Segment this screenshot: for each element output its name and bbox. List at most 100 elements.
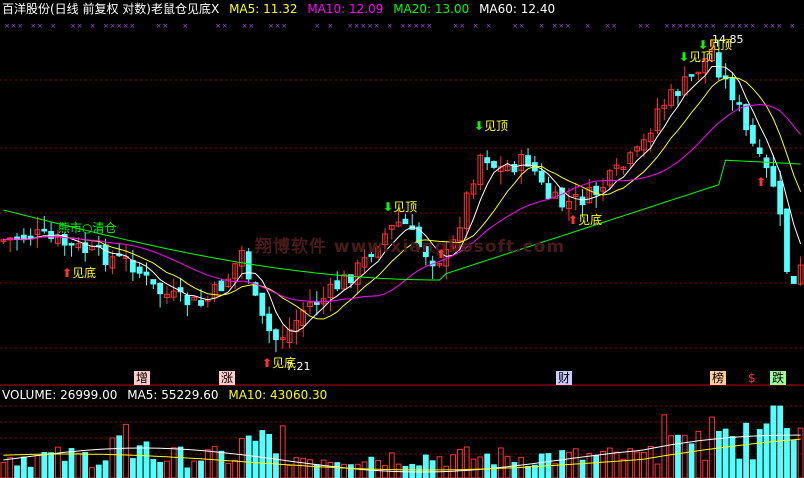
volume-bar bbox=[410, 464, 415, 478]
candle-body bbox=[260, 293, 265, 315]
candle-body bbox=[199, 301, 204, 306]
event-dot: × bbox=[690, 22, 696, 30]
event-marker-涨[interactable]: 涨 bbox=[219, 371, 235, 385]
candle-body bbox=[69, 244, 74, 246]
candle-body bbox=[751, 126, 756, 144]
event-dot: × bbox=[156, 22, 162, 30]
candle-body bbox=[676, 92, 681, 96]
event-dot: × bbox=[723, 22, 729, 30]
volume-bar bbox=[423, 455, 428, 478]
volume-bar bbox=[526, 467, 531, 478]
volume-bar bbox=[614, 452, 619, 478]
volume-bar bbox=[171, 448, 176, 478]
ma20-value: MA20: 13.00 bbox=[393, 2, 469, 16]
candle-body bbox=[403, 219, 408, 223]
event-dot: × bbox=[182, 22, 188, 30]
event-dot: × bbox=[585, 22, 591, 30]
volume-bar bbox=[430, 461, 435, 478]
volume-bar bbox=[246, 436, 251, 478]
volume-bar bbox=[478, 457, 483, 478]
event-dot: × bbox=[413, 22, 419, 30]
volume-ma5: MA5: 55229.60 bbox=[127, 388, 218, 402]
event-dot: × bbox=[789, 22, 795, 30]
volume-bar bbox=[464, 447, 469, 478]
ma60-value: MA60: 12.40 bbox=[479, 2, 555, 16]
event-dot: × bbox=[743, 22, 749, 30]
volume-bar bbox=[219, 451, 224, 478]
event-dot: × bbox=[697, 22, 703, 30]
volume-bar bbox=[42, 452, 47, 478]
volume-bar bbox=[267, 434, 272, 478]
event-dot: × bbox=[453, 22, 459, 30]
candle-body bbox=[158, 283, 163, 293]
event-dot: × bbox=[671, 22, 677, 30]
volume-bar bbox=[321, 460, 326, 478]
volume-bar bbox=[294, 458, 299, 478]
event-dot: × bbox=[512, 22, 518, 30]
event-dot: × bbox=[129, 22, 135, 30]
volume-bar bbox=[199, 461, 204, 478]
candle-body bbox=[267, 314, 272, 330]
event-dot: × bbox=[519, 22, 525, 30]
volume-bar bbox=[212, 446, 217, 478]
up-arrow-icon: ⬆ bbox=[756, 175, 766, 189]
volume-bar bbox=[764, 424, 769, 478]
event-marker-增[interactable]: 增 bbox=[134, 371, 150, 385]
event-dot: × bbox=[473, 22, 479, 30]
volume-bar bbox=[69, 449, 74, 478]
event-dot: × bbox=[4, 22, 10, 30]
volume-bar bbox=[76, 453, 81, 478]
volume-bar bbox=[689, 444, 694, 478]
volume-bar bbox=[8, 458, 13, 478]
candle-body bbox=[246, 252, 251, 279]
volume-bar bbox=[117, 436, 122, 478]
top-signal: ⬇见顶 bbox=[474, 120, 508, 132]
volume-bar bbox=[710, 417, 715, 478]
event-marker-跌[interactable]: 跌 bbox=[770, 371, 786, 385]
candle-body bbox=[103, 245, 108, 265]
event-dot: × bbox=[552, 22, 558, 30]
chart-header: 百洋股份(日线 前复权 对数)老鼠仓见底X MA5: 11.32 MA10: 1… bbox=[2, 2, 561, 16]
volume-bar bbox=[567, 452, 572, 478]
watermark: 翔博软件 www.xiangbosoft.com bbox=[255, 232, 565, 257]
event-marker-财[interactable]: 财 bbox=[556, 371, 572, 385]
event-dot: × bbox=[710, 22, 716, 30]
candle-body bbox=[689, 75, 694, 77]
volume-bar bbox=[628, 449, 633, 478]
volume-bar bbox=[165, 461, 170, 478]
event-marker-榜[interactable]: 榜 bbox=[710, 371, 726, 385]
up-arrow-icon: ⬆ bbox=[62, 266, 72, 280]
event-dot: × bbox=[11, 22, 17, 30]
top-signal: ⬇见顶 bbox=[698, 39, 732, 51]
volume-bar bbox=[110, 438, 115, 478]
candle-body bbox=[335, 281, 340, 289]
down-arrow-icon: ⬇ bbox=[698, 38, 708, 52]
volume-bar bbox=[342, 464, 347, 478]
candle-body bbox=[730, 78, 735, 100]
volume-bar bbox=[730, 437, 735, 478]
candle-body bbox=[716, 53, 721, 77]
event-dot: × bbox=[248, 22, 254, 30]
volume-bar bbox=[239, 439, 244, 478]
volume-bar bbox=[655, 464, 660, 478]
volume-bar bbox=[349, 465, 354, 478]
event-dot: × bbox=[459, 22, 465, 30]
volume-bar bbox=[485, 454, 490, 478]
top-signal: ⬇见顶 bbox=[383, 201, 417, 213]
volume-bar bbox=[226, 463, 231, 478]
volume-bar bbox=[594, 455, 599, 478]
volume-bar bbox=[83, 453, 88, 478]
event-dot: × bbox=[737, 22, 743, 30]
volume-bar bbox=[641, 452, 646, 478]
down-arrow-icon: ⬇ bbox=[383, 200, 393, 214]
event-dot: × bbox=[77, 22, 83, 30]
event-dot: × bbox=[116, 22, 122, 30]
event-marker-dollar[interactable]: $ bbox=[746, 371, 758, 385]
volume-bar bbox=[178, 447, 183, 478]
event-dot: × bbox=[776, 22, 782, 30]
volume-bar bbox=[703, 460, 708, 478]
event-dot: × bbox=[704, 22, 710, 30]
volume-bar bbox=[280, 426, 285, 478]
candle-body bbox=[744, 105, 749, 130]
event-dot: × bbox=[90, 22, 96, 30]
